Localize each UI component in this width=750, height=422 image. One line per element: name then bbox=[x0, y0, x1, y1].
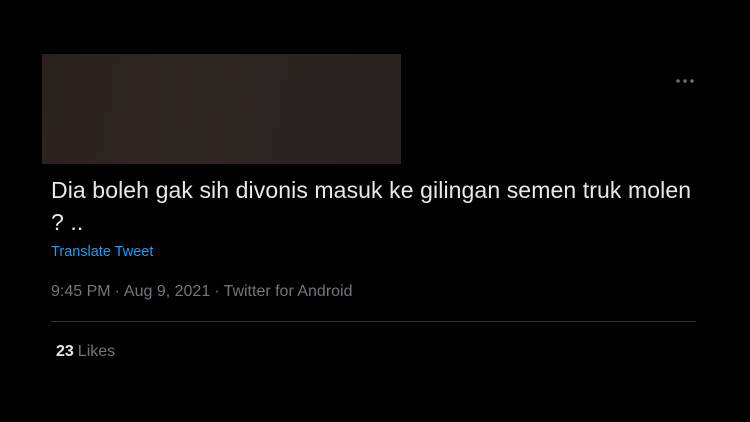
more-options-button[interactable] bbox=[672, 70, 698, 92]
likes-count: 23 bbox=[56, 343, 74, 360]
likes-label: Likes bbox=[77, 343, 116, 360]
tweet-date[interactable]: Aug 9, 2021 bbox=[124, 283, 210, 300]
tweet-source[interactable]: Twitter for Android bbox=[224, 283, 353, 300]
tweet-text: Dia boleh gak sih divonis masuk ke gilin… bbox=[51, 177, 692, 235]
redacted-author-header bbox=[42, 54, 401, 164]
more-horizontal-icon bbox=[676, 79, 694, 83]
tweet-time[interactable]: 9:45 PM bbox=[51, 283, 111, 300]
meta-separator: · bbox=[114, 283, 120, 300]
likes-stat[interactable]: 23 Likes bbox=[56, 342, 115, 362]
divider bbox=[51, 321, 696, 322]
tweet-metadata: 9:45 PM · Aug 9, 2021 · Twitter for Android bbox=[51, 282, 353, 302]
meta-separator: · bbox=[214, 283, 220, 300]
translate-tweet-link[interactable]: Translate Tweet bbox=[51, 243, 153, 261]
